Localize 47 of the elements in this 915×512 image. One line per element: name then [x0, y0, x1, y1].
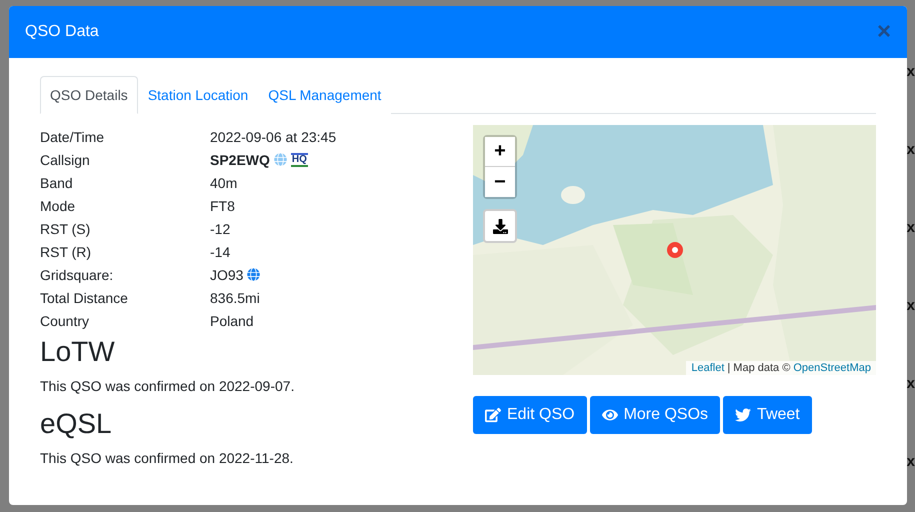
field-value: SP2EWQ [210, 152, 270, 168]
attribution-link[interactable]: OpenStreetMap [793, 362, 871, 374]
field-label: Date/Time [40, 128, 106, 144]
confirmation-text: This QSO was confirmed on 2022-11-28. [40, 450, 294, 466]
close-mark[interactable]: x [906, 296, 915, 316]
field-value: Poland [210, 312, 254, 328]
zoom-in-button[interactable]: + [485, 137, 515, 167]
field-value: FT8 [210, 198, 235, 214]
field-label: Total Distance [40, 290, 129, 306]
field-label: Callsign [40, 152, 91, 168]
section-heading: eQSL [40, 408, 113, 440]
action-button[interactable]: More QSOs [590, 396, 720, 434]
globe-icon[interactable] [247, 268, 260, 281]
confirmation-text: This QSO was confirmed on 2022-09-07. [40, 378, 296, 394]
field-label: Gridsquare: [40, 266, 114, 282]
field-label: Mode [40, 198, 76, 214]
window-title: QSO Data [25, 23, 99, 41]
action-button[interactable]: Edit QSO [473, 396, 587, 434]
field-value: 836.5mi [210, 290, 260, 306]
edit-icon [485, 407, 501, 423]
eye-icon [602, 407, 618, 423]
attribution-text: | Map data © [727, 362, 790, 374]
download-button[interactable] [483, 209, 517, 243]
close-mark[interactable]: x [906, 374, 915, 394]
attribution-link[interactable]: Leaflet [691, 362, 724, 374]
map[interactable]: + − Leaflet | Map data © OpenStreetMap [473, 125, 876, 375]
close-mark[interactable]: x [906, 62, 915, 82]
field-label: RST (R) [40, 244, 92, 260]
section-heading: LoTW [40, 336, 116, 368]
action-button[interactable]: Tweet [723, 396, 812, 434]
zoom-out-button[interactable]: − [485, 167, 515, 197]
field-value: 40m [210, 174, 238, 190]
field-value: 2022-09-06 at 23:45 [210, 128, 336, 144]
field-value: -14 [210, 244, 230, 260]
field-value: -12 [210, 220, 230, 236]
close-mark[interactable]: x [906, 218, 915, 238]
close-mark[interactable]: x [906, 452, 915, 472]
field-label: Band [40, 174, 74, 190]
field-value: JO93 [210, 266, 244, 282]
tab[interactable]: QSO Details [40, 76, 138, 114]
field-label: Country [40, 312, 90, 328]
field-label: RST (S) [40, 220, 92, 236]
download-icon [492, 218, 508, 234]
bird-icon [735, 407, 752, 423]
close-mark[interactable]: x [906, 140, 915, 160]
map-marker[interactable] [667, 242, 683, 258]
hq-badge[interactable]: HQ [290, 152, 308, 166]
